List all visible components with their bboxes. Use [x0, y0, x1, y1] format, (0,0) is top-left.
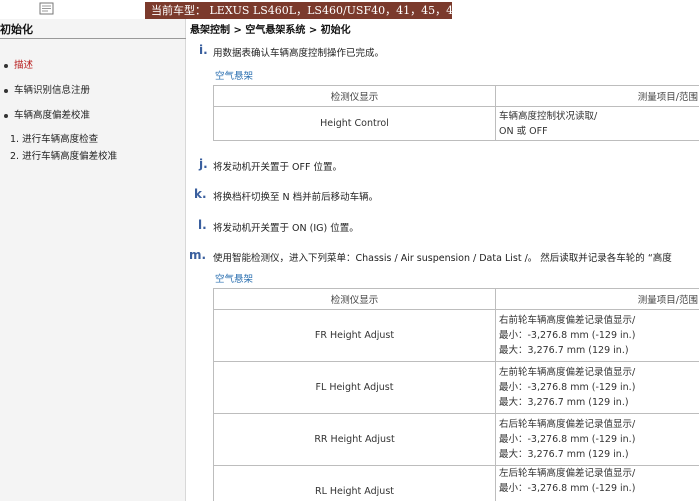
sidebar-divider: [0, 38, 186, 39]
height-control-table: 检测仪显示 测量项目/范围 Height Control 车辆高度控制状况读取/…: [213, 85, 699, 141]
tester-display-cell: FR Height Adjust: [213, 309, 496, 362]
measurement-cell: 右后轮车辆高度偏差记录值显示/最小：-3,276.8 mm (-129 in.)…: [495, 413, 699, 466]
sidebar-item-height-calibration[interactable]: 车辆高度偏差校准: [4, 107, 90, 121]
table-row: FR Height Adjust 右前轮车辆高度偏差记录值显示/最小：-3,27…: [213, 309, 699, 362]
step-text: 将发动机开关置于 OFF 位置。: [213, 162, 342, 173]
step-letter: j.: [199, 157, 208, 171]
measurement-cell: 左后轮车辆高度偏差记录值显示/最小：-3,276.8 mm (-129 in.): [495, 465, 699, 501]
table-row: FL Height Adjust 左前轮车辆高度偏差记录值显示/最小：-3,27…: [213, 361, 699, 414]
step-text: 将换档杆切换至 N 档并前后移动车辆。: [213, 192, 379, 203]
table-caption: 空气悬架: [215, 274, 254, 285]
main-content: 悬架控制 > 空气悬架系统 > 初始化 i. 用数据表确认车辆高度控制操作已完成…: [186, 19, 699, 501]
bullet-icon: [4, 113, 8, 118]
column-header: 检测仪显示: [213, 288, 496, 310]
tester-display-cell: FL Height Adjust: [213, 361, 496, 414]
tester-display-cell: Height Control: [213, 106, 496, 141]
step-l: l. 将发动机开关置于 ON (IG) 位置。: [198, 218, 693, 235]
bullet-icon: [4, 88, 8, 93]
sidebar-title: 初始化: [0, 23, 33, 36]
step-k: k. 将换档杆切换至 N 档并前后移动车辆。: [194, 187, 689, 204]
table-row: Height Control 车辆高度控制状况读取/ON 或 OFF: [213, 106, 699, 141]
column-header: 检测仪显示: [213, 85, 496, 107]
table-row: RR Height Adjust 右后轮车辆高度偏差记录值显示/最小：-3,27…: [213, 413, 699, 466]
table-row: RL Height Adjust 左后轮车辆高度偏差记录值显示/最小：-3,27…: [213, 465, 699, 501]
column-header: 测量项目/范围: [495, 85, 699, 107]
step-m: m. 使用智能检测仪，进入下列菜单：Chassis / Air suspensi…: [189, 248, 699, 265]
document-icon[interactable]: [38, 2, 56, 16]
breadcrumb: 悬架控制 > 空气悬架系统 > 初始化: [190, 25, 351, 36]
tester-display-cell: RL Height Adjust: [213, 465, 496, 501]
step-j: j. 将发动机开关置于 OFF 位置。: [199, 157, 694, 174]
step-letter: l.: [198, 218, 207, 232]
column-header: 测量项目/范围: [495, 288, 699, 310]
tester-display-cell: RR Height Adjust: [213, 413, 496, 466]
measurement-cell: 左前轮车辆高度偏差记录值显示/最小：-3,276.8 mm (-129 in.)…: [495, 361, 699, 414]
sidebar: 初始化 描述 车辆识别信息注册 车辆高度偏差校准 1. 进行车辆高度检查 2. …: [0, 19, 186, 501]
sidebar-item-height-check[interactable]: 1. 进行车辆高度检查: [10, 131, 98, 145]
step-letter: k.: [194, 187, 207, 201]
step-letter: i.: [199, 43, 208, 57]
sidebar-item-description[interactable]: 描述: [4, 57, 33, 71]
step-text: 使用智能检测仪，进入下列菜单：Chassis / Air suspension …: [213, 253, 672, 264]
bullet-icon: [4, 63, 8, 68]
sidebar-item-vin-registration[interactable]: 车辆识别信息注册: [4, 82, 90, 96]
height-adjust-table: 检测仪显示 测量项目/范围 FR Height Adjust 右前轮车辆高度偏差…: [213, 288, 699, 501]
step-i: i. 用数据表确认车辆高度控制操作已完成。: [199, 43, 694, 60]
step-text: 用数据表确认车辆高度控制操作已完成。: [213, 48, 385, 59]
sidebar-item-offset-calibration[interactable]: 2. 进行车辆高度偏差校准: [10, 148, 117, 162]
measurement-cell: 车辆高度控制状况读取/ON 或 OFF: [495, 106, 699, 141]
measurement-cell: 右前轮车辆高度偏差记录值显示/最小：-3,276.8 mm (-129 in.)…: [495, 309, 699, 362]
step-text: 将发动机开关置于 ON (IG) 位置。: [213, 223, 359, 234]
step-letter: m.: [189, 248, 207, 262]
table-caption: 空气悬架: [215, 71, 254, 82]
top-bar: 当前车型： LEXUS LS460L，LS460/USF40，41，45，46: [0, 0, 699, 19]
current-vehicle-label: 当前车型： LEXUS LS460L，LS460/USF40，41，45，46: [145, 2, 452, 19]
